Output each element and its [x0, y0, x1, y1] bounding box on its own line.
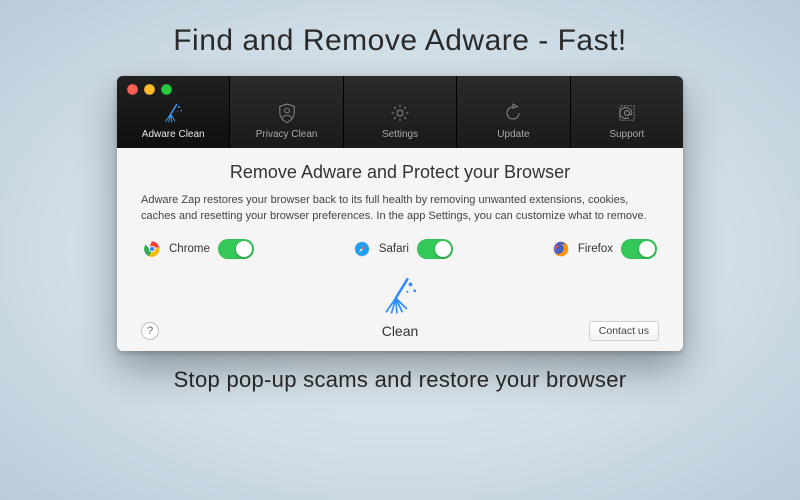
shield-user-icon: [275, 101, 299, 125]
zoom-window-button[interactable]: [161, 84, 172, 95]
help-button[interactable]: ?: [141, 322, 159, 340]
traffic-lights: [127, 84, 172, 95]
firefox-icon: [552, 240, 570, 258]
clean-label: Clean: [382, 323, 419, 339]
browser-item-firefox: Firefox: [552, 239, 657, 259]
toggle-safari[interactable]: [417, 239, 453, 259]
browser-label: Safari: [379, 243, 409, 255]
minimize-window-button[interactable]: [144, 84, 155, 95]
marketing-headline: Find and Remove Adware - Fast!: [173, 24, 627, 58]
close-window-button[interactable]: [127, 84, 138, 95]
gear-icon: [388, 101, 412, 125]
tab-settings[interactable]: Settings: [344, 76, 457, 148]
toggle-chrome[interactable]: [218, 239, 254, 259]
app-window: Adware Clean Privacy Clean Settings: [117, 76, 683, 351]
contact-us-button[interactable]: Contact us: [589, 321, 659, 341]
refresh-icon: [501, 101, 525, 125]
marketing-footline: Stop pop-up scams and restore your brows…: [174, 367, 627, 393]
browser-item-safari: Safari: [353, 239, 453, 259]
browser-label: Chrome: [169, 243, 210, 255]
tab-label: Settings: [382, 129, 418, 140]
tab-support[interactable]: Support: [571, 76, 683, 148]
toggle-firefox[interactable]: [621, 239, 657, 259]
stamp-at-icon: [615, 101, 639, 125]
tab-label: Update: [497, 129, 529, 140]
panel-description: Adware Zap restores your browser back to…: [141, 193, 659, 225]
panel-title: Remove Adware and Protect your Browser: [141, 162, 659, 183]
tab-label: Privacy Clean: [256, 129, 318, 140]
tab-label: Support: [609, 129, 644, 140]
broom-icon: [379, 275, 421, 317]
tab-bar: Adware Clean Privacy Clean Settings: [117, 76, 683, 148]
browser-toggle-row: Chrome Safari: [141, 239, 659, 259]
browser-label: Firefox: [578, 243, 613, 255]
browser-item-chrome: Chrome: [143, 239, 254, 259]
window-toolbar: Adware Clean Privacy Clean Settings: [117, 76, 683, 148]
safari-icon: [353, 240, 371, 258]
tab-privacy-clean[interactable]: Privacy Clean: [230, 76, 343, 148]
chrome-icon: [143, 240, 161, 258]
broom-icon: [161, 101, 185, 125]
tab-update[interactable]: Update: [457, 76, 570, 148]
tab-label: Adware Clean: [142, 129, 205, 140]
panel-adware-clean: Remove Adware and Protect your Browser A…: [117, 148, 683, 351]
